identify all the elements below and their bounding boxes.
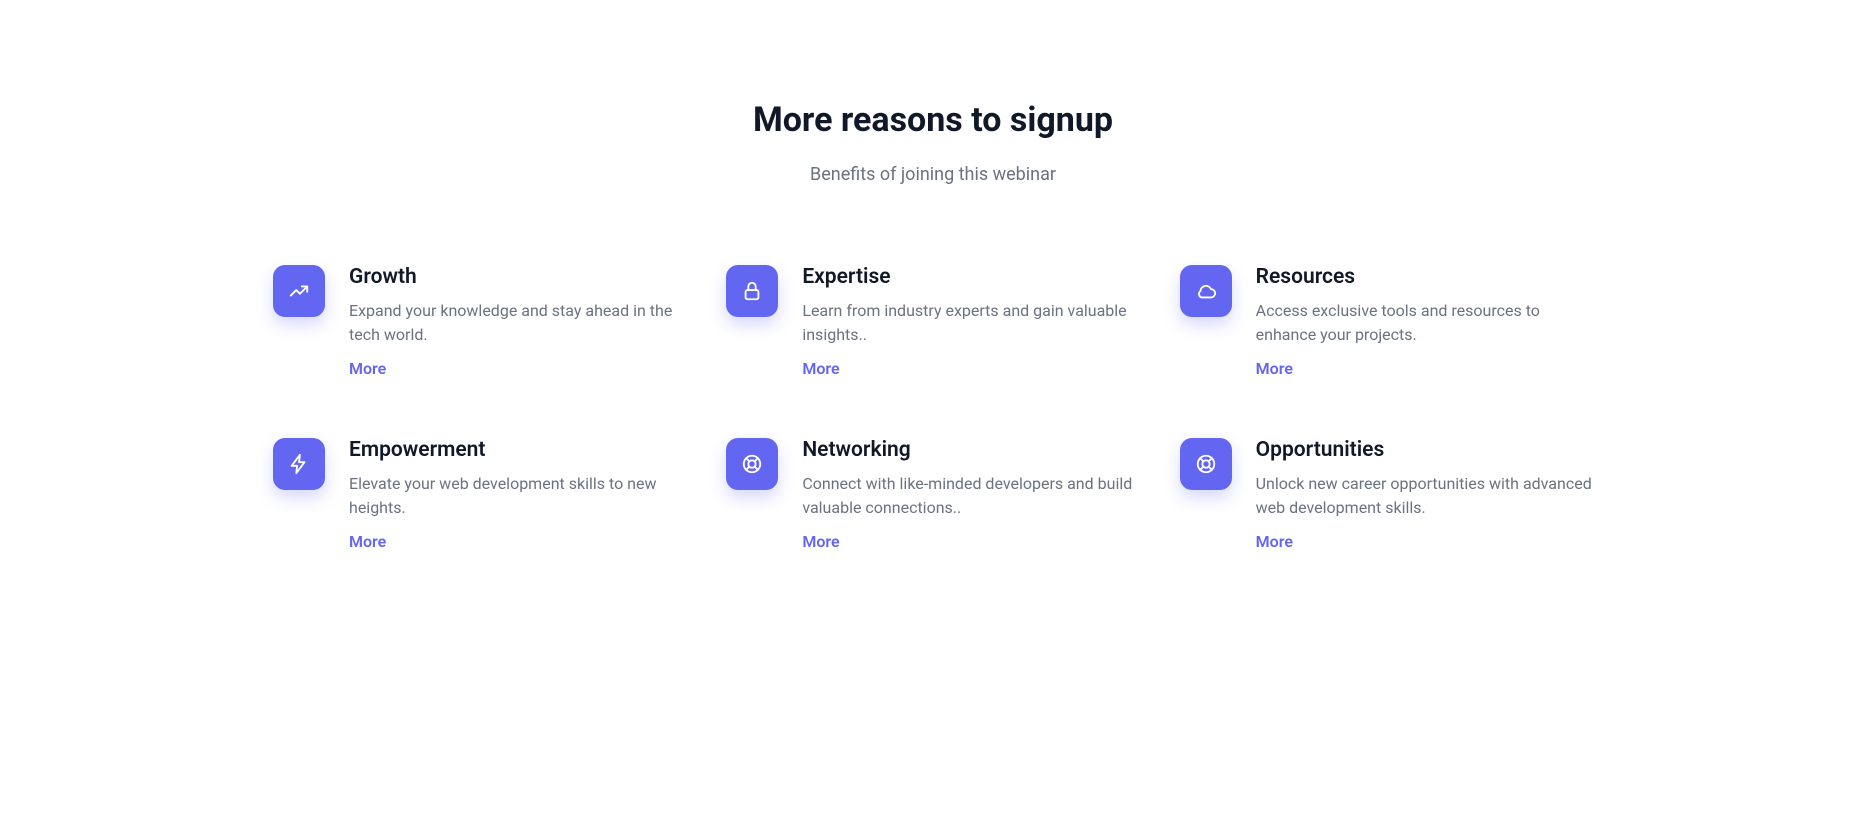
card-body: Expertise Learn from industry experts an…	[802, 265, 1139, 378]
card-body: Opportunities Unlock new career opportun…	[1256, 438, 1593, 551]
card-description: Connect with like-minded developers and …	[802, 472, 1139, 520]
card-description: Unlock new career opportunities with adv…	[1256, 472, 1593, 520]
lifebuoy-icon	[1180, 438, 1232, 490]
card-description: Elevate your web development skills to n…	[349, 472, 686, 520]
card-body: Growth Expand your knowledge and stay ah…	[349, 265, 686, 378]
feature-card-resources: Resources Access exclusive tools and res…	[1180, 265, 1593, 378]
page-subtitle: Benefits of joining this webinar	[273, 164, 1593, 185]
card-description: Learn from industry experts and gain val…	[802, 299, 1139, 347]
card-title: Empowerment	[349, 438, 686, 462]
card-title: Opportunities	[1256, 438, 1593, 462]
feature-card-expertise: Expertise Learn from industry experts an…	[726, 265, 1139, 378]
page-container: More reasons to signup Benefits of joini…	[213, 0, 1653, 591]
bolt-icon	[273, 438, 325, 490]
card-title: Expertise	[802, 265, 1139, 289]
more-link[interactable]: More	[1256, 532, 1293, 551]
lock-icon	[726, 265, 778, 317]
feature-card-opportunities: Opportunities Unlock new career opportun…	[1180, 438, 1593, 551]
more-link[interactable]: More	[349, 359, 386, 378]
card-title: Networking	[802, 438, 1139, 462]
card-title: Growth	[349, 265, 686, 289]
more-link[interactable]: More	[1256, 359, 1293, 378]
cloud-icon	[1180, 265, 1232, 317]
trending-up-icon	[273, 265, 325, 317]
card-title: Resources	[1256, 265, 1593, 289]
feature-card-networking: Networking Connect with like-minded deve…	[726, 438, 1139, 551]
header: More reasons to signup Benefits of joini…	[273, 100, 1593, 185]
more-link[interactable]: More	[802, 359, 839, 378]
lifebuoy-icon	[726, 438, 778, 490]
page-title: More reasons to signup	[273, 100, 1593, 140]
features-grid: Growth Expand your knowledge and stay ah…	[273, 265, 1593, 551]
feature-card-growth: Growth Expand your knowledge and stay ah…	[273, 265, 686, 378]
card-description: Expand your knowledge and stay ahead in …	[349, 299, 686, 347]
card-body: Empowerment Elevate your web development…	[349, 438, 686, 551]
card-body: Resources Access exclusive tools and res…	[1256, 265, 1593, 378]
feature-card-empowerment: Empowerment Elevate your web development…	[273, 438, 686, 551]
card-description: Access exclusive tools and resources to …	[1256, 299, 1593, 347]
more-link[interactable]: More	[802, 532, 839, 551]
more-link[interactable]: More	[349, 532, 386, 551]
card-body: Networking Connect with like-minded deve…	[802, 438, 1139, 551]
